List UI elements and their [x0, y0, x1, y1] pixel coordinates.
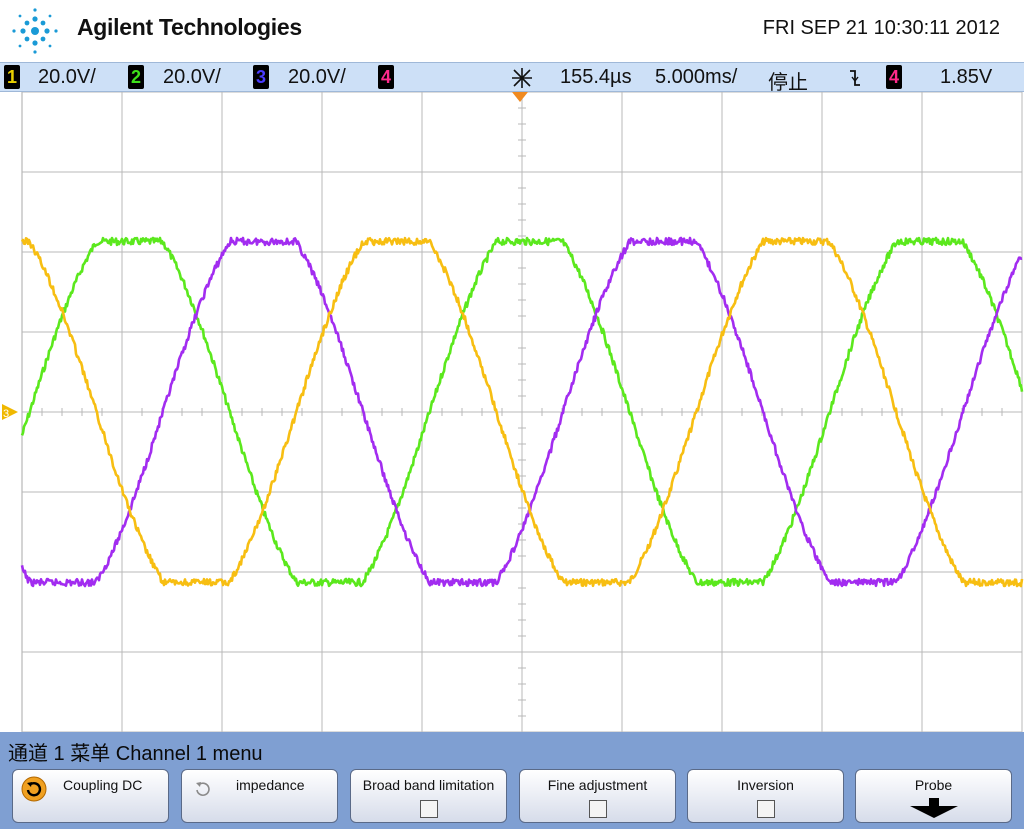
trigger-position-marker [512, 92, 528, 102]
softkey-menu: 通道 1 菜单 Channel 1 menu Coupling DC imped… [0, 732, 1024, 829]
channel-2-badge[interactable]: 2 [128, 65, 144, 89]
trigger-level: 1.85V [940, 66, 993, 88]
menu-title: 通道 1 菜单 Channel 1 menu [8, 743, 263, 765]
impedance-softkey[interactable]: impedance [181, 769, 338, 823]
checkbox-icon[interactable] [419, 800, 438, 818]
channel-1-scale: 20.0V/ [38, 66, 96, 88]
bandwidth-limit-label: Broad band limitation [362, 777, 495, 793]
coupling-label: Coupling DC [63, 777, 143, 793]
channel-1-badge[interactable]: 1 [4, 65, 20, 89]
arrow-down-icon [910, 798, 958, 818]
coupling-softkey[interactable]: Coupling DC [12, 769, 169, 823]
horizontal-delay: 155.4µs [560, 66, 632, 88]
header: Agilent Technologies FRI SEP 21 10:30:11… [0, 0, 1024, 62]
impedance-label: impedance [236, 777, 305, 793]
inversion-softkey[interactable]: Inversion [687, 769, 844, 823]
channel-3-badge[interactable]: 3 [253, 65, 269, 89]
brand-name: Agilent Technologies [77, 14, 302, 40]
rotate-icon [196, 782, 210, 797]
inversion-label: Inversion [737, 777, 794, 793]
timebase: 5.000ms/ [655, 66, 738, 88]
waveform-canvas: 3 [2, 92, 1024, 732]
ground-reference-marker: 3 [2, 404, 18, 420]
channel-4-badge[interactable]: 4 [378, 65, 394, 89]
checkbox-icon[interactable] [756, 800, 775, 818]
status-bar: 1 20.0V/ 2 20.0V/ 3 20.0V/ 4 155.4µs 5.0… [0, 62, 1024, 94]
trigger-edge-icon [850, 70, 860, 86]
graticule-grid [21, 92, 1023, 732]
delay-icon [512, 68, 532, 88]
date-time: FRI SEP 21 10:30:11 2012 [762, 17, 1000, 39]
waveform-display: 3 [0, 92, 1024, 732]
fine-adjustment-label: Fine adjustment [547, 777, 648, 793]
svg-text:3: 3 [3, 408, 9, 420]
channel-2-scale: 20.0V/ [163, 66, 221, 88]
probe-label: Probe [914, 777, 953, 793]
fine-adjustment-softkey[interactable]: Fine adjustment [519, 769, 676, 823]
rotate-icon [21, 776, 47, 802]
checkbox-icon[interactable] [588, 800, 607, 818]
probe-softkey[interactable]: Probe [855, 769, 1012, 823]
bandwidth-limit-softkey[interactable]: Broad band limitation [350, 769, 507, 823]
channel-3-scale: 20.0V/ [288, 66, 346, 88]
trigger-source-badge[interactable]: 4 [886, 65, 902, 89]
agilent-spark-logo-icon [12, 8, 58, 54]
run-state: 停止 [768, 72, 808, 94]
